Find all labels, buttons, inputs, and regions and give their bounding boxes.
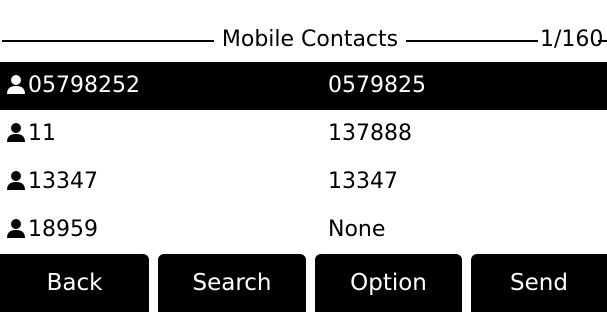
person-icon	[6, 74, 26, 96]
title-rule-right	[406, 40, 538, 42]
title-rule-left	[2, 40, 214, 42]
contact-number: 13347	[328, 169, 398, 194]
contact-number: 0579825	[328, 73, 426, 98]
option-button[interactable]: Option	[315, 254, 462, 312]
contact-name: 11	[28, 121, 56, 146]
back-button[interactable]: Back	[0, 254, 149, 312]
contact-name: 05798252	[28, 73, 140, 98]
person-icon	[6, 170, 26, 192]
page-indicator: 1/160	[540, 27, 604, 52]
contact-name: 13347	[28, 169, 98, 194]
contact-row[interactable]: 18959 None	[0, 206, 607, 254]
person-icon	[6, 122, 26, 144]
search-button[interactable]: Search	[158, 254, 306, 312]
title-rule-end	[598, 40, 607, 42]
softkey-bar: Back Search Option Send	[0, 254, 607, 312]
phone-screen: Mobile Contacts 1/160 05798252 0579825 1…	[0, 0, 607, 312]
contact-row[interactable]: 05798252 0579825	[0, 62, 607, 110]
contact-number: 137888	[328, 121, 412, 146]
send-button[interactable]: Send	[471, 254, 607, 312]
contact-row[interactable]: 13347 13347	[0, 158, 607, 206]
person-icon	[6, 218, 26, 240]
contact-number: None	[328, 217, 386, 242]
page-title: Mobile Contacts	[221, 27, 399, 52]
contact-list: 05798252 0579825 11 137888 13347 13347 1…	[0, 62, 607, 254]
contact-row[interactable]: 11 137888	[0, 110, 607, 158]
title-bar: Mobile Contacts 1/160	[0, 0, 607, 60]
contact-name: 18959	[28, 217, 98, 242]
